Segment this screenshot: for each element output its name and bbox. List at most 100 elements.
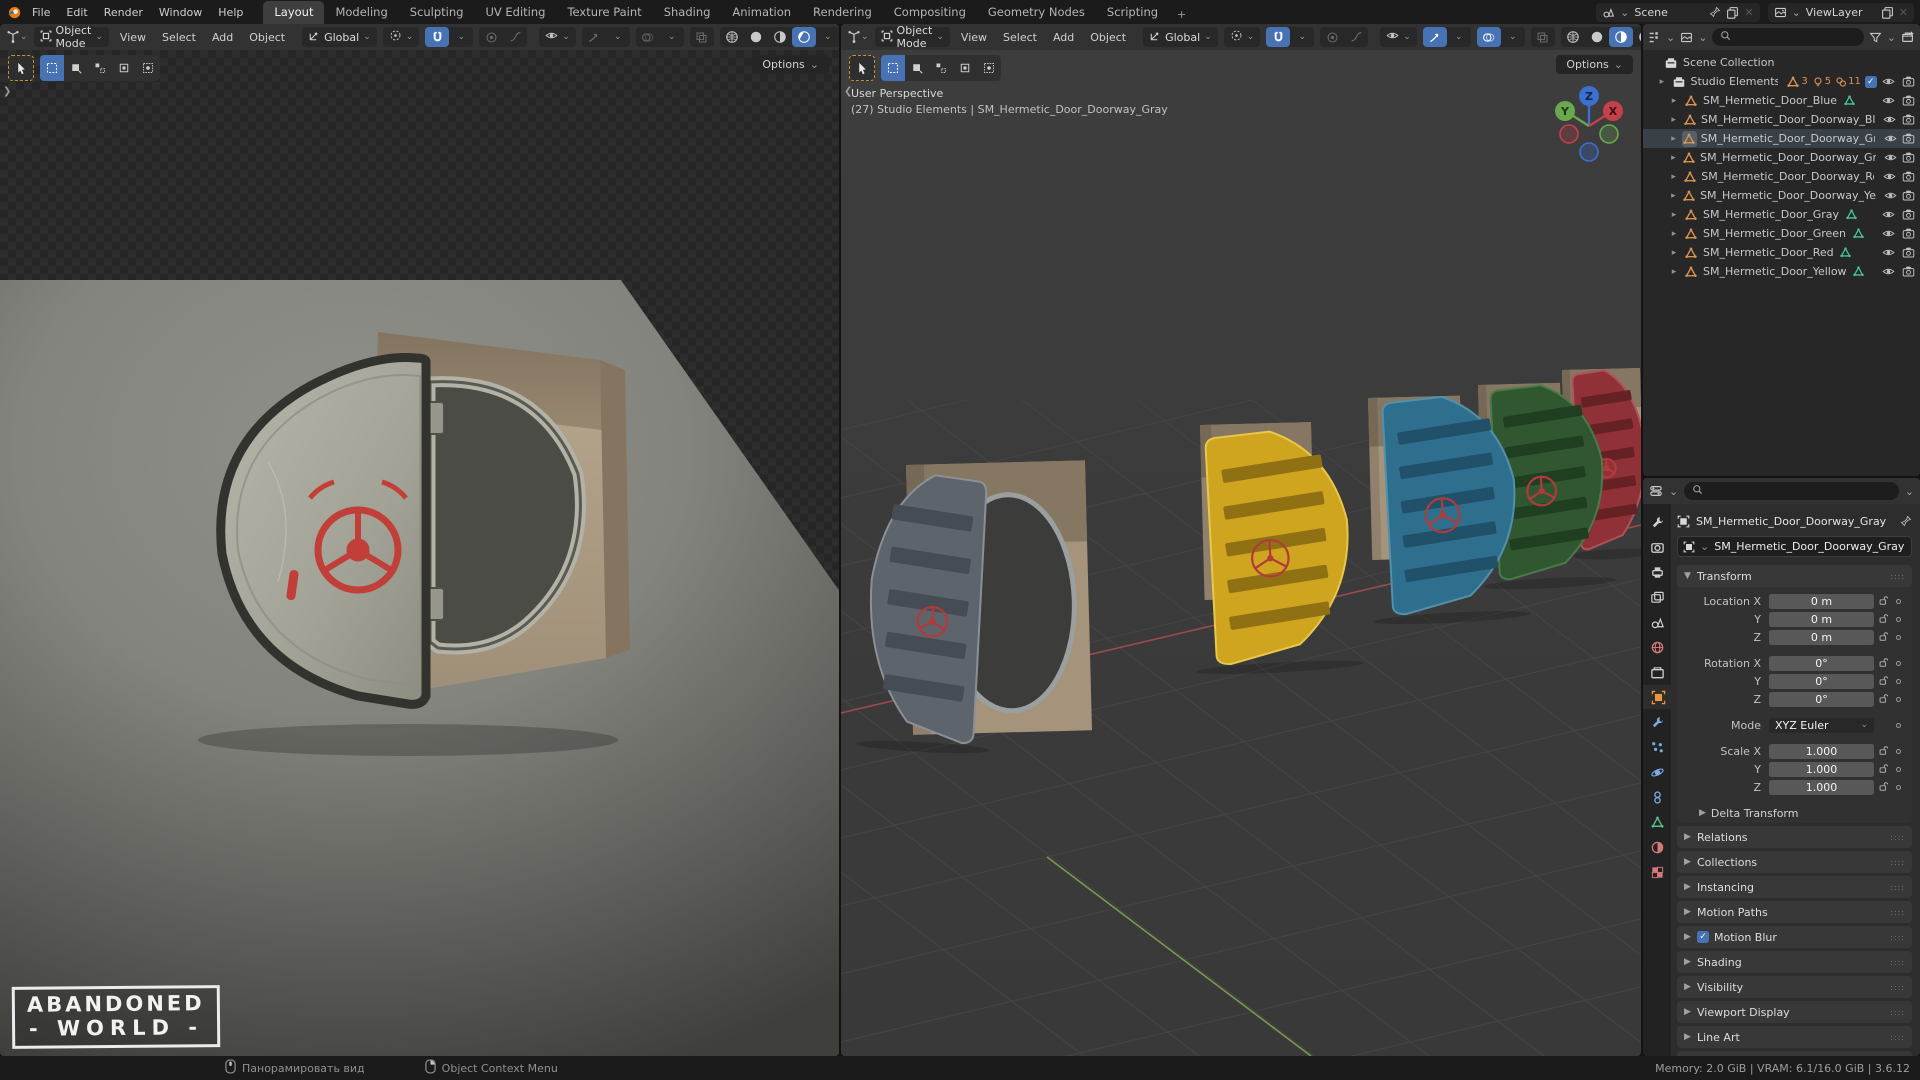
expand-arrow-icon[interactable]: ▸ [1669,172,1678,182]
proportional-editing-toggle[interactable] [479,27,503,47]
delta-transform-subpanel[interactable]: ▶ Delta Transform [1677,803,1912,823]
expand-arrow-icon[interactable]: ▸ [1669,229,1679,239]
gizmos-dropdown[interactable]: ⌄ [606,27,630,47]
properties-tab-output[interactable] [1643,560,1671,584]
menu-edit[interactable]: Edit [58,4,95,21]
active-tool-select-box[interactable] [8,55,34,81]
lock-icon[interactable] [1874,657,1892,671]
panel-header[interactable]: ▶ Collections:::: [1677,851,1912,873]
hide-eye-icon[interactable] [1884,188,1898,204]
viewport-menu-select[interactable]: Select [157,29,201,46]
motion-blur-checkbox[interactable]: ✓ [1697,931,1709,943]
outliner-row-object[interactable]: ▸ SM_Hermetic_Door_Green [1643,224,1920,243]
outliner-row-scene-collection[interactable]: Scene Collection [1643,53,1920,72]
hide-eye-icon[interactable] [1882,169,1897,185]
mode-selector[interactable]: Object Mode ⌄ [33,24,109,50]
pin-icon[interactable] [1900,515,1912,527]
filter-icon[interactable] [1869,31,1882,44]
viewport-menu-object[interactable]: Object [1085,29,1131,46]
render-visibility-icon[interactable] [1901,169,1916,185]
editor-type-icon[interactable] [1649,484,1663,498]
sidebar-toggle-arrow[interactable]: ❮ [844,86,852,97]
shading-material-preview-button[interactable] [768,27,792,47]
lock-icon[interactable] [1874,781,1892,795]
viewport-menu-object[interactable]: Object [244,29,290,46]
animate-decorator[interactable] [1892,723,1904,728]
animate-decorator[interactable] [1892,785,1904,790]
animate-decorator[interactable] [1892,767,1904,772]
workspace-tab-layout[interactable]: Layout [263,1,325,24]
properties-tab-scene[interactable] [1643,610,1671,634]
panel-grip-icon[interactable]: :::: [1890,858,1905,867]
transform-value-field[interactable]: 1.000 [1769,762,1874,777]
transform-value-field[interactable]: 0 m [1769,612,1874,627]
hide-eye-icon[interactable] [1884,150,1898,166]
snap-settings-dropdown[interactable]: ⌄ [1290,27,1314,47]
pivot-point-selector[interactable]: ⌄ [382,27,420,47]
workspace-tab-modeling[interactable]: Modeling [324,1,398,24]
panel-header[interactable]: ▶ Relations:::: [1677,826,1912,848]
render-visibility-icon[interactable] [1900,245,1916,261]
expand-arrow-icon[interactable]: ▸ [1669,210,1679,220]
panel-header[interactable]: ▶ Instancing:::: [1677,876,1912,898]
pivot-point-selector[interactable]: ⌄ [1223,27,1261,47]
select-lasso-button[interactable] [112,55,136,81]
visibility-dropdown[interactable]: ⌄ [1380,27,1417,47]
properties-tab-object[interactable] [1643,685,1671,709]
lock-icon[interactable] [1874,763,1892,777]
editor-type-icon[interactable]: ⌄ [6,30,28,44]
outliner-row-object[interactable]: ▸ SM_Hermetic_Door_Red [1643,243,1920,262]
panel-grip-icon[interactable]: :::: [1890,933,1905,942]
shading-rendered-button[interactable] [791,27,816,47]
object-label[interactable]: SM_Hermetic_Door_Doorway_Green [1700,151,1875,164]
new-scene-icon[interactable] [1726,6,1739,19]
animate-decorator[interactable] [1892,697,1904,702]
render-visibility-icon[interactable] [1901,112,1916,128]
panel-grip-icon[interactable]: :::: [1890,908,1905,917]
animate-decorator[interactable] [1892,617,1904,622]
options-button[interactable]: Options ⌄ [752,55,829,74]
breadcrumb-object-name[interactable]: SM_Hermetic_Door_Doorway_Gray [1696,515,1886,528]
properties-tab-data[interactable] [1643,810,1671,834]
properties-tab-render[interactable] [1643,535,1671,559]
panel-grip-icon[interactable]: :::: [1890,833,1905,842]
animate-decorator[interactable] [1892,599,1904,604]
overlays-dropdown[interactable]: ⌄ [1501,27,1525,47]
properties-tab-material[interactable] [1643,835,1671,859]
gizmos-dropdown[interactable]: ⌄ [1447,27,1471,47]
overlays-toggle[interactable] [1476,27,1501,47]
xray-toggle[interactable] [1531,27,1555,47]
render-visibility-icon[interactable] [1901,131,1916,147]
lock-icon[interactable] [1874,675,1892,689]
object-label[interactable]: SM_Hermetic_Door_Red [1703,246,1834,259]
transform-panel-header[interactable]: ▼ Transform :::: [1677,565,1912,587]
outliner-row-object[interactable]: ▸ SM_Hermetic_Door_Gray [1643,205,1920,224]
viewport-3d[interactable]: ⌄ Object Mode ⌄ View Select Add Object Global ⌄ ⌄… [841,24,1641,1056]
transform-orientation-selector[interactable]: Global ⌄ [1143,27,1218,47]
expand-arrow-icon[interactable]: ▸ [1669,134,1678,144]
overlays-toggle[interactable] [636,27,660,47]
menu-window[interactable]: Window [151,4,210,21]
outliner-row-object[interactable]: ▸ SM_Hermetic_Door_Yellow [1643,262,1920,281]
proportional-editing-toggle[interactable] [1320,27,1344,47]
properties-tab-particles[interactable] [1643,735,1671,759]
lock-icon[interactable] [1874,693,1892,707]
workspace-tab-compositing[interactable]: Compositing [883,1,977,24]
select-tweak-button[interactable] [881,55,905,81]
shading-solid-button[interactable] [1585,27,1609,47]
viewport-left-canvas[interactable]: ❯ Options ⌄ ABANDONED - WORLD - [0,50,839,1056]
transform-value-field[interactable]: 0° [1769,674,1874,689]
object-label[interactable]: SM_Hermetic_Door_Gray [1703,208,1839,221]
outliner-row-object[interactable]: ▸ SM_Hermetic_Door_Blue [1643,91,1920,110]
rotation-mode-dropdown[interactable]: XYZ Euler ⌄ [1769,718,1874,733]
animate-decorator[interactable] [1892,679,1904,684]
transform-value-field[interactable]: 0 m [1769,594,1874,609]
snap-magnet-toggle[interactable] [425,27,450,47]
blender-logo-icon[interactable] [6,4,22,20]
editor-type-icon[interactable]: ⌄ [847,30,869,44]
object-label[interactable]: SM_Hermetic_Door_Blue [1703,94,1837,107]
select-tweak-button[interactable] [40,55,64,81]
editor-type-icon[interactable] [1648,31,1661,44]
sidebar-toggle-arrow[interactable]: ❯ [3,86,11,97]
lock-icon[interactable] [1874,745,1892,759]
